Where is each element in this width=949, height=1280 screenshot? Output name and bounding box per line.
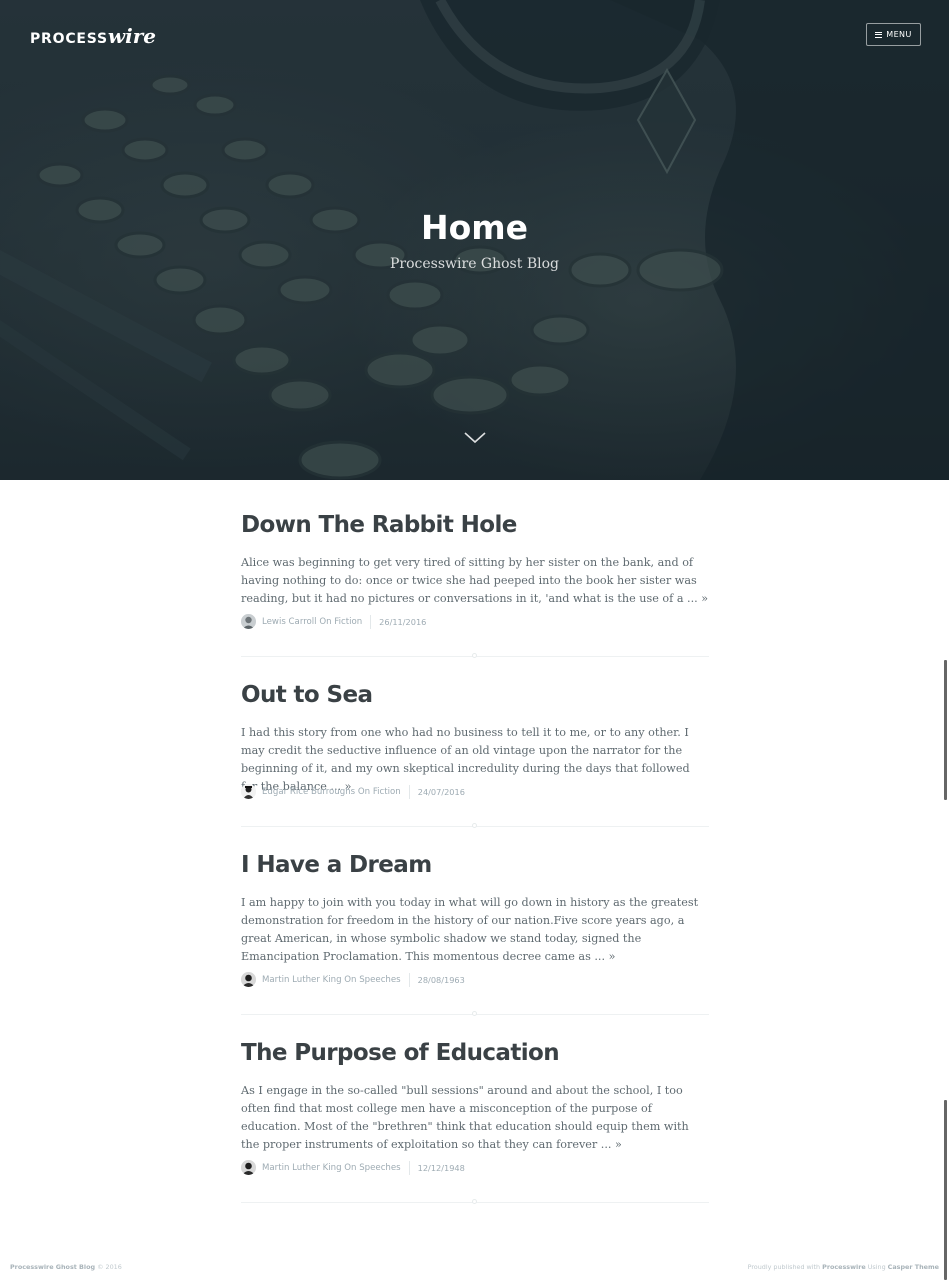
post-divider (241, 1011, 709, 1016)
hero-banner: PROCESSwire MENU Home Processwire Ghost … (0, 0, 949, 480)
meta-separator (408, 1160, 410, 1175)
menu-button[interactable]: MENU (866, 23, 921, 46)
post-card: Down The Rabbit Hole Alice was beginning… (241, 510, 709, 629)
post-meta: Lewis Carroll On Fiction 26/11/2016 (241, 614, 426, 629)
meta-separator (408, 784, 410, 799)
menu-button-label: MENU (886, 30, 912, 39)
post-title[interactable]: Down The Rabbit Hole (241, 510, 709, 540)
page-title: Home (420, 208, 529, 247)
post-excerpt-text: I am happy to join with you today in wha… (241, 896, 699, 963)
author-link[interactable]: Lewis Carroll (262, 617, 317, 627)
chevron-down-icon[interactable] (463, 430, 487, 446)
tag-prefix: On (319, 616, 332, 627)
read-more-link[interactable]: » (615, 1138, 622, 1151)
tag-prefix: On (344, 974, 357, 985)
author-link[interactable]: Edgar Rice Burroughs (262, 787, 355, 797)
post-date: 26/11/2016 (379, 616, 427, 627)
tag-prefix: On (357, 786, 371, 797)
author-link[interactable]: Martin Luther King (262, 975, 342, 985)
post-excerpt-text: Alice was beginning to get very tired of… (241, 556, 698, 605)
author-avatar[interactable] (241, 784, 256, 799)
post-divider (241, 823, 709, 828)
post-title[interactable]: Out to Sea (241, 680, 709, 710)
post-title[interactable]: The Purpose of Education (241, 1038, 709, 1068)
read-more-link[interactable]: » (609, 950, 616, 963)
post-card: Out to Sea I had this story from one who… (241, 680, 709, 799)
author-avatar[interactable] (241, 614, 256, 629)
footer-copyright: Processwire Ghost Blog © 2016 (10, 1263, 122, 1271)
author-link[interactable]: Martin Luther King (262, 1163, 342, 1173)
post-card: I Have a Dream I am happy to join with y… (241, 850, 709, 987)
footer-credits: Proudly published with Processwire Using… (748, 1263, 939, 1271)
tag-link[interactable]: Fiction (334, 617, 362, 627)
site-logo[interactable]: PROCESSwire (30, 24, 156, 48)
logo-text-wire: wire (107, 24, 156, 48)
post-title[interactable]: I Have a Dream (241, 850, 709, 880)
footer-blog-link[interactable]: Processwire Ghost Blog (10, 1263, 95, 1271)
logo-text-process: PROCESS (30, 31, 108, 47)
author-avatar[interactable] (241, 972, 256, 987)
footer-credit-text: Proudly published with (747, 1263, 821, 1271)
post-date: 24/07/2016 (417, 786, 465, 797)
tag-link[interactable]: Fiction (373, 787, 401, 797)
footer-copyright-year: © 2016 (97, 1263, 122, 1271)
hamburger-icon (875, 30, 883, 39)
post-date: 12/12/1948 (417, 1162, 465, 1173)
read-more-link[interactable]: » (701, 592, 708, 605)
post-excerpt: As I engage in the so-called "bull sessi… (241, 1082, 709, 1154)
meta-separator (408, 972, 410, 987)
meta-separator (370, 614, 372, 629)
tag-prefix: On (344, 1162, 357, 1173)
post-excerpt-text: I had this story from one who had no bus… (241, 726, 690, 793)
footer-processwire-link[interactable]: Processwire (822, 1263, 866, 1271)
footer-credit-text: Using (867, 1263, 886, 1271)
tag-link[interactable]: Speeches (359, 1163, 400, 1173)
footer-theme-link[interactable]: Casper Theme (888, 1263, 939, 1271)
tag-link[interactable]: Speeches (359, 975, 400, 985)
post-meta: Martin Luther King On Speeches 28/08/196… (241, 972, 465, 987)
blog-description: Processwire Ghost Blog (390, 256, 559, 272)
scrollbar-thumb[interactable] (944, 660, 947, 800)
post-excerpt: I am happy to join with you today in wha… (241, 894, 709, 966)
post-date: 28/08/1963 (417, 974, 465, 985)
post-meta: Edgar Rice Burroughs On Fiction 24/07/20… (241, 784, 465, 799)
author-avatar[interactable] (241, 1160, 256, 1175)
post-meta: Martin Luther King On Speeches 12/12/194… (241, 1160, 465, 1175)
post-excerpt: Alice was beginning to get very tired of… (241, 554, 709, 608)
post-divider (241, 653, 709, 658)
scrollbar-thumb[interactable] (944, 1100, 947, 1280)
post-divider (241, 1199, 709, 1204)
post-card: The Purpose of Education As I engage in … (241, 1038, 709, 1175)
